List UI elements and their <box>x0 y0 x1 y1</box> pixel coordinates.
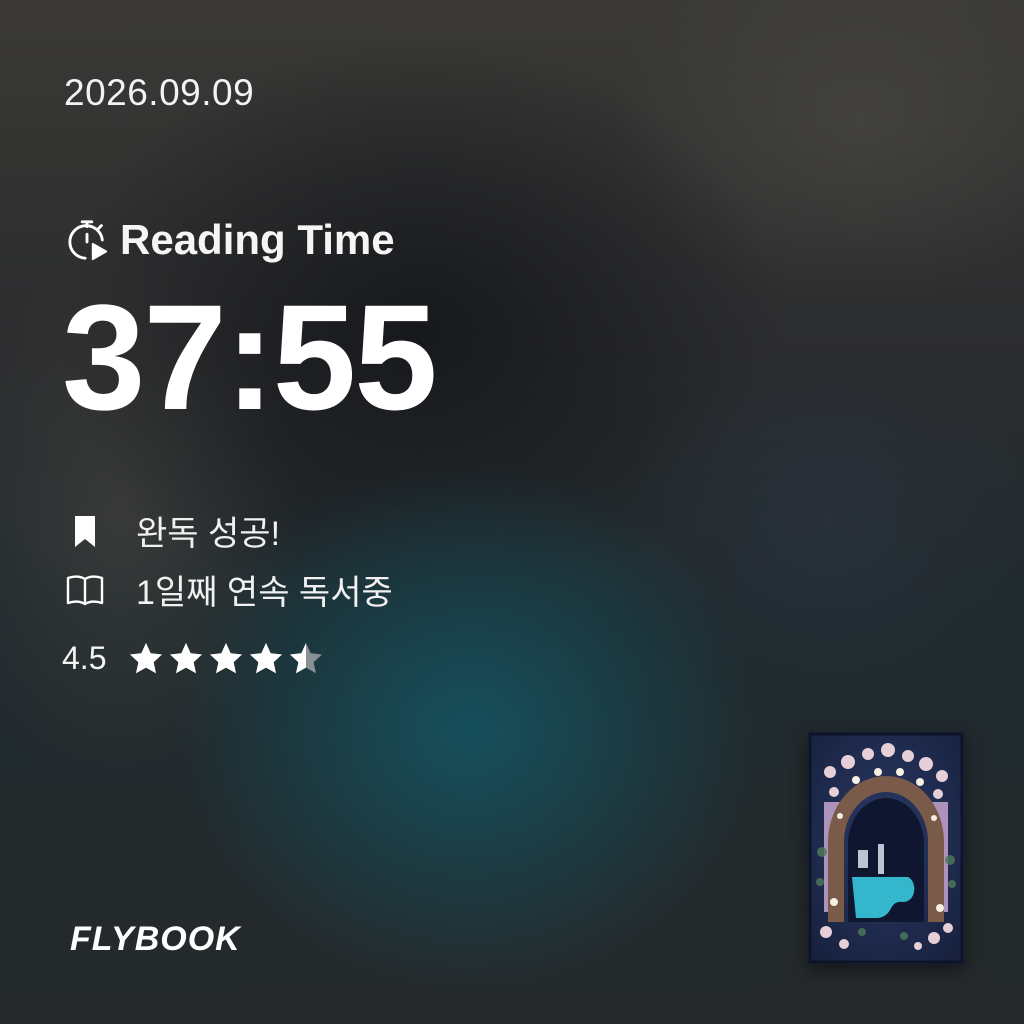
star-rating <box>128 641 324 677</box>
streak-status: 1일째 연속 독서중 <box>64 565 393 614</box>
star-icon <box>170 642 203 673</box>
reading-time-label: Reading Time <box>120 216 395 263</box>
book-cover-image <box>808 732 964 964</box>
streak-text: 1일째 연속 독서중 <box>136 574 393 612</box>
rating-value: 4.5 <box>62 640 107 676</box>
reading-time-value: 37:55 <box>62 273 438 441</box>
star-icon <box>210 642 243 673</box>
star-icon <box>130 642 163 673</box>
completion-status: 완독 성공! <box>64 506 280 555</box>
open-book-icon <box>64 569 106 611</box>
stopwatch-play-icon <box>64 217 110 263</box>
bookmark-icon <box>64 510 106 552</box>
reading-time-header: Reading Time <box>64 212 395 268</box>
date-label: 2026.09.09 <box>64 72 255 113</box>
rating: 4.5 <box>62 640 324 677</box>
brand-logo: FLYBOOK <box>70 920 241 958</box>
completion-text: 완독 성공! <box>136 515 281 553</box>
star-icon <box>250 642 283 673</box>
star-icon <box>290 642 323 673</box>
